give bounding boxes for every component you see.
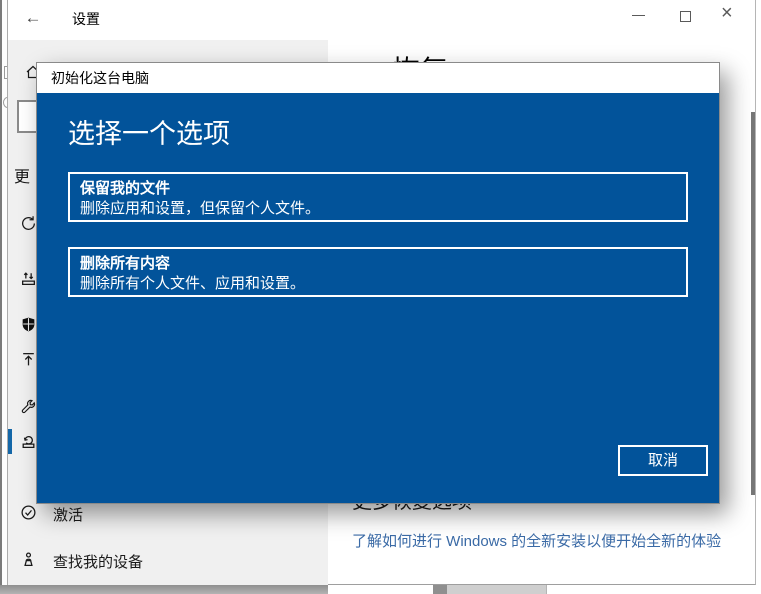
- option-remove-everything[interactable]: 删除所有内容 删除所有个人文件、应用和设置。: [68, 247, 688, 297]
- option-description: 删除所有个人文件、应用和设置。: [80, 275, 306, 292]
- dialog-body: 选择一个选项 保留我的文件 删除应用和设置，但保留个人文件。 删除所有内容 删除…: [37, 93, 719, 503]
- option-description: 删除应用和设置，但保留个人文件。: [80, 200, 321, 217]
- check-circle-icon[interactable]: [20, 504, 37, 521]
- background-window-bottom: [0, 585, 761, 594]
- close-button[interactable]: ×: [721, 2, 733, 25]
- minimize-icon: [632, 15, 645, 16]
- dialog-title: 初始化这台电脑: [37, 63, 719, 93]
- scrollbar-thumb[interactable]: [751, 112, 755, 495]
- upload-icon[interactable]: [20, 351, 37, 368]
- option-title: 删除所有内容: [80, 255, 171, 272]
- wrench-icon[interactable]: [20, 398, 37, 415]
- sidebar-item-find-my-device[interactable]: 查找我的设备: [53, 551, 143, 572]
- recovery-icon[interactable]: [20, 433, 37, 450]
- background-sidebar-strip: [0, 585, 328, 594]
- sync-icon[interactable]: [20, 215, 37, 232]
- maximize-button[interactable]: [680, 11, 691, 22]
- fresh-start-link[interactable]: 了解如何进行 Windows 的全新安装以便开始全新的体验: [352, 530, 721, 551]
- sidebar-item-activation[interactable]: 激活: [53, 504, 83, 525]
- screen: ← 设置 × 更 激活 查找我的设备 恢复 更多恢复选项 了解如何进行 Wind…: [0, 0, 761, 594]
- cancel-button[interactable]: 取消: [618, 445, 708, 476]
- dialog-heading: 选择一个选项: [68, 119, 230, 149]
- background-scroll-tab: [433, 585, 447, 594]
- option-title: 保留我的文件: [80, 180, 171, 197]
- delivery-icon[interactable]: [20, 270, 37, 287]
- option-keep-my-files[interactable]: 保留我的文件 删除应用和设置，但保留个人文件。: [68, 172, 688, 222]
- person-pin-icon[interactable]: [20, 551, 37, 568]
- selected-item-indicator: [8, 429, 12, 454]
- minimize-button[interactable]: [630, 8, 646, 22]
- back-button[interactable]: ←: [20, 5, 46, 31]
- sidebar-section-label: 更: [14, 169, 31, 186]
- background-segment: [447, 585, 547, 594]
- app-title: 设置: [72, 11, 100, 27]
- background-window-edge: [0, 0, 8, 594]
- shield-icon[interactable]: [20, 316, 37, 333]
- reset-dialog: 初始化这台电脑 选择一个选项 保留我的文件 删除应用和设置，但保留个人文件。 删…: [36, 62, 720, 504]
